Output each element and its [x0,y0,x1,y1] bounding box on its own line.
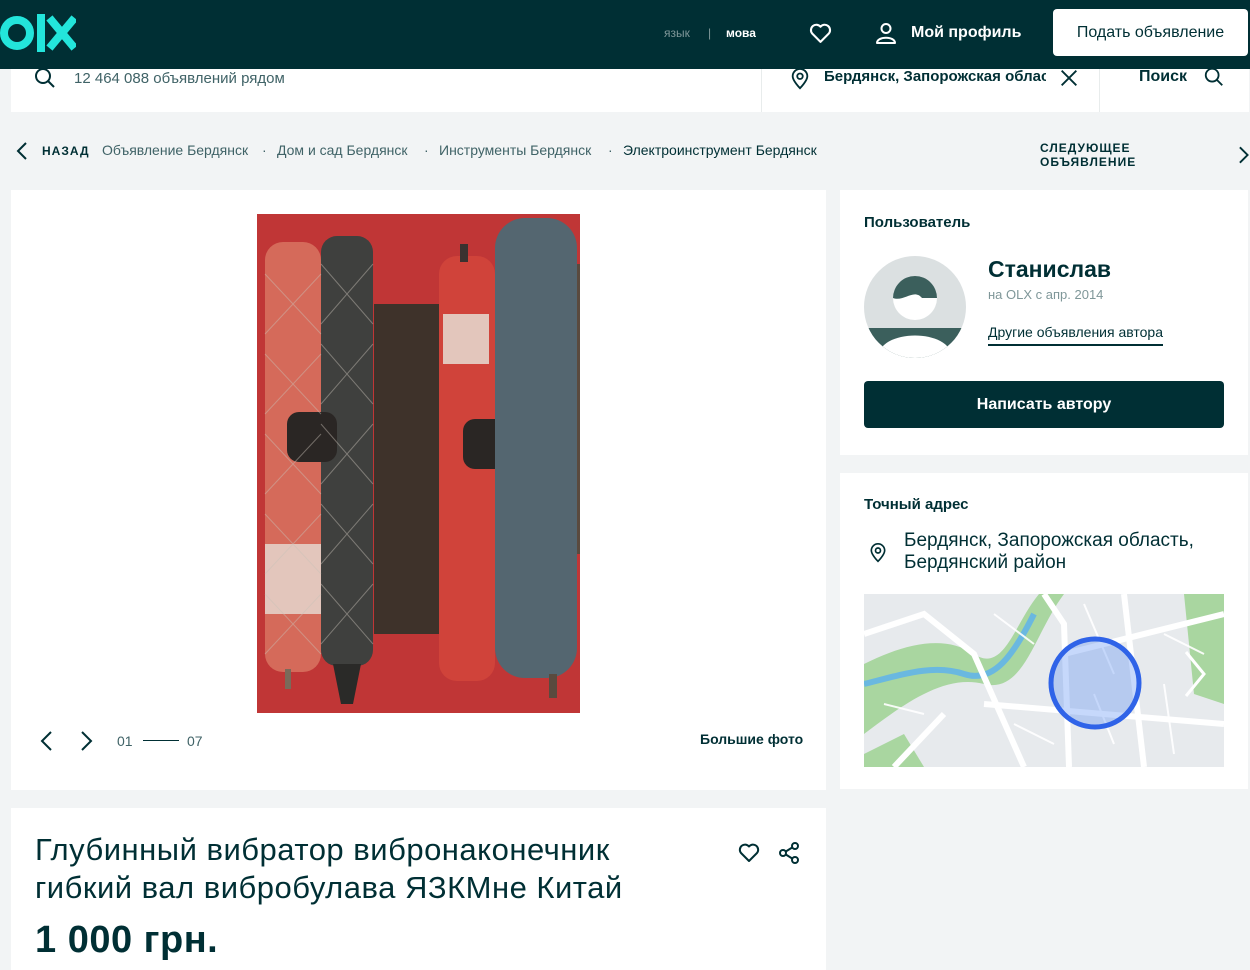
my-profile-link[interactable]: Мой профиль [874,18,1021,48]
breadcrumb-item[interactable]: Инструменты Бердянск [439,142,591,158]
address-line-2: Бердянский район [904,552,1067,573]
bigger-photo-link[interactable]: Большие фото [700,731,803,747]
ad-photo[interactable] [257,214,580,713]
breadcrumb-item[interactable]: Дом и сад Бердянск [277,142,408,158]
lang-ru-link[interactable]: язык [664,26,690,40]
chevron-right-icon [1238,146,1249,164]
photo-counter-line [143,740,179,741]
search-bar: Бердянск, Запорожская область Поиск [11,66,1249,112]
search-button-label: Поиск [1139,68,1188,85]
photo-counter-current: 01 [117,733,133,749]
avatar[interactable] [864,256,966,358]
seller-since: на OLX с апр. 2014 [988,287,1104,302]
back-link[interactable]: НАЗАД [15,141,90,161]
my-profile-label: Мой профиль [911,24,1022,41]
back-label: НАЗАД [42,144,90,158]
breadcrumb-separator: · [424,142,429,158]
seller-card: Пользователь Станислав на OLX с апр. 201… [840,190,1248,455]
photo-gallery: 01 07 Большие фото [11,190,826,790]
search-divider-2 [1099,69,1100,112]
heart-icon[interactable] [808,21,833,46]
heart-icon[interactable] [736,841,762,865]
lang-separator: | [708,26,712,40]
breadcrumb-separator: · [262,142,267,158]
address-section-label: Точный адрес [864,496,969,513]
search-divider [761,69,762,112]
next-ad-link[interactable]: СЛЕДУЮЩЕЕ ОБЪЯВЛЕНИЕ [1040,141,1250,169]
next-ad-label: СЛЕДУЮЩЕЕ ОБЪЯВЛЕНИЕ [1040,141,1137,169]
seller-name: Станислав [988,256,1112,282]
address-card: Точный адрес Бердянск, Запорожская облас… [840,473,1248,789]
breadcrumb-item-current[interactable]: Электроинструмент Бердянск [623,142,817,158]
user-icon [876,23,896,44]
address-line-1: Бердянск, Запорожская область, [904,530,1194,551]
search-icon [1204,67,1223,86]
lang-ua-link[interactable]: мова [726,26,756,40]
location-pin-icon [791,68,809,90]
close-icon[interactable] [1058,67,1080,89]
location-map[interactable] [864,594,1224,767]
chevron-left-icon [16,142,27,160]
olx-logo[interactable] [0,13,76,53]
ad-title: Глубинный вибратор вибронаконечник гибки… [35,832,623,905]
search-button[interactable]: Поиск [1139,66,1225,88]
ad-price: 1 000 грн. [35,919,219,961]
ad-title-card: Глубинный вибратор вибронаконечник гибки… [11,808,826,970]
search-input[interactable] [74,66,734,90]
breadcrumb-item[interactable]: Объявление Бердянск [102,142,248,158]
location-pin-icon [870,543,886,563]
chevron-right-icon[interactable] [78,730,94,752]
top-header: язык | мова Мой профиль Подать объявлени… [0,0,1250,69]
share-icon[interactable] [777,841,801,865]
seller-section-label: Пользователь [864,214,971,231]
location-input[interactable]: Бердянск, Запорожская область [824,68,1046,85]
breadcrumb: НАЗАД Объявление Бердянск · Дом и сад Бе… [0,140,1250,169]
chevron-left-icon[interactable] [39,730,55,752]
breadcrumb-separator: · [608,142,613,158]
search-icon [35,68,55,88]
write-to-author-button[interactable]: Написать автору [864,381,1224,428]
photo-counter-total: 07 [187,733,203,749]
post-ad-button[interactable]: Подать объявление [1053,9,1248,56]
other-ads-link[interactable]: Другие объявления автора [988,324,1164,346]
